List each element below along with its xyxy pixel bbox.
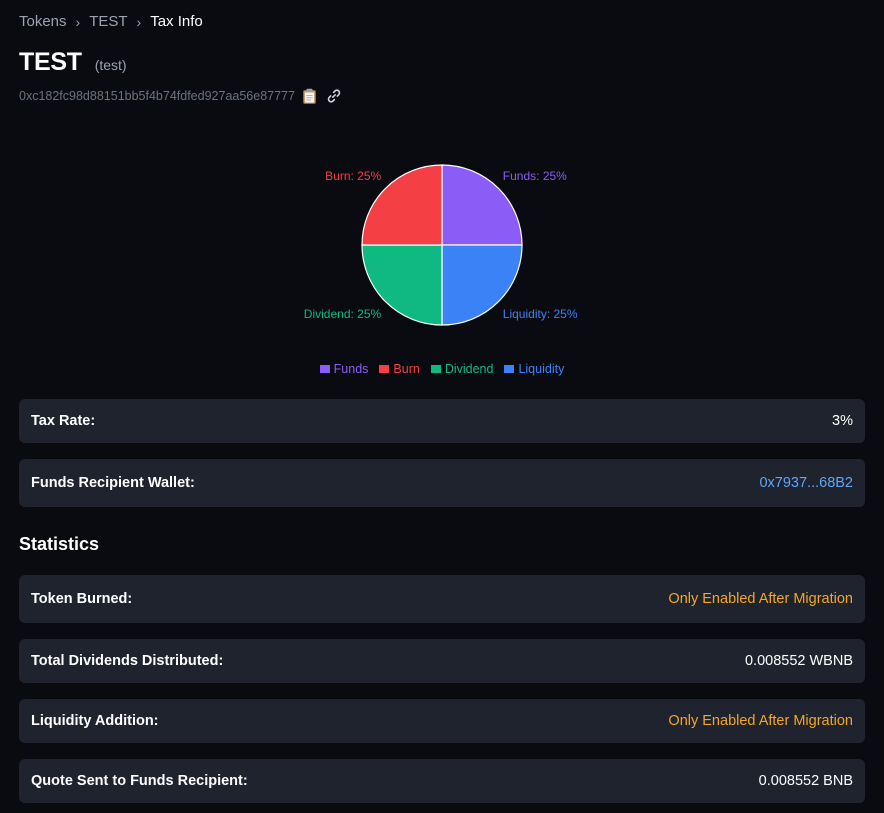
dividends-card: Total Dividends Distributed: 0.008552 WB… <box>19 639 865 683</box>
legend-label: Burn <box>393 362 420 376</box>
token-address-row: 0xc182fc98d88151bb5f4b74fdfed927aa56e877… <box>19 87 343 105</box>
breadcrumb-separator: › <box>136 13 142 30</box>
legend-label: Funds <box>333 362 369 376</box>
legend-swatch <box>319 365 330 373</box>
legend-swatch <box>504 365 515 373</box>
funds-wallet-link[interactable]: 0x7937...68B2 <box>759 475 853 491</box>
liquidity-value: Only Enabled After Migration <box>668 713 853 729</box>
token-burned-value: Only Enabled After Migration <box>668 591 853 607</box>
page-title: TEST <box>19 48 82 76</box>
dividends-value: 0.008552 WBNB <box>744 653 853 669</box>
legend-label: Dividend <box>444 362 494 376</box>
liquidity-label: Liquidity Addition: <box>31 713 159 729</box>
dividends-label: Total Dividends Distributed: <box>31 653 224 669</box>
legend-item-liquidity[interactable]: Liquidity <box>504 362 564 376</box>
breadcrumb: Tokens › TEST › Tax Info <box>19 13 203 30</box>
funds-wallet-card: Funds Recipient Wallet: 0x7937...68B2 <box>19 459 865 507</box>
quote-sent-card: Quote Sent to Funds Recipient: 0.008552 … <box>19 759 865 803</box>
token-burned-label: Token Burned: <box>31 591 133 607</box>
pie-label-funds: Funds: 25% <box>503 169 567 183</box>
token-address: 0xc182fc98d88151bb5f4b74fdfed927aa56e877… <box>19 89 295 103</box>
legend-item-funds[interactable]: Funds <box>319 362 369 376</box>
legend-item-burn[interactable]: Burn <box>379 362 420 376</box>
legend-label: Liquidity <box>518 362 565 376</box>
breadcrumb-token[interactable]: TEST <box>89 13 127 30</box>
funds-wallet-label: Funds Recipient Wallet: <box>31 475 195 491</box>
tax-rate-card: Tax Rate: 3% <box>19 399 865 443</box>
tax-rate-label: Tax Rate: <box>31 413 96 429</box>
legend-item-dividend[interactable]: Dividend <box>430 362 494 376</box>
pie-label-burn: Burn: 25% <box>325 169 381 183</box>
tax-rate-value: 3% <box>832 413 853 429</box>
statistics-title: Statistics <box>19 534 100 554</box>
breadcrumb-current: Tax Info <box>150 13 203 30</box>
breadcrumb-tokens[interactable]: Tokens <box>19 13 67 30</box>
quote-sent-label: Quote Sent to Funds Recipient: <box>31 773 248 789</box>
clipboard-icon[interactable] <box>301 87 319 105</box>
pie-label-dividend: Dividend: 25% <box>304 307 382 321</box>
legend-swatch <box>430 365 441 373</box>
token-burned-card: Token Burned: Only Enabled After Migrati… <box>19 575 865 623</box>
tax-allocation-chart: Funds: 25% Liquidity: 25% Dividend: 25% Bur… <box>0 150 884 390</box>
pie-chart: Funds: 25% Liquidity: 25% Dividend: 25% Bur… <box>304 164 578 326</box>
chart-legend: Funds Burn Dividend Liquidity <box>0 362 884 376</box>
legend-swatch <box>379 365 390 373</box>
token-header: TEST (test) <box>19 48 127 77</box>
token-symbol: (test) <box>94 57 127 73</box>
pie-label-liquidity: Liquidity: 25% <box>503 307 578 321</box>
liquidity-card: Liquidity Addition: Only Enabled After M… <box>19 699 865 743</box>
link-icon[interactable] <box>325 87 343 105</box>
quote-sent-value: 0.008552 BNB <box>758 773 853 789</box>
breadcrumb-separator: › <box>75 13 81 30</box>
